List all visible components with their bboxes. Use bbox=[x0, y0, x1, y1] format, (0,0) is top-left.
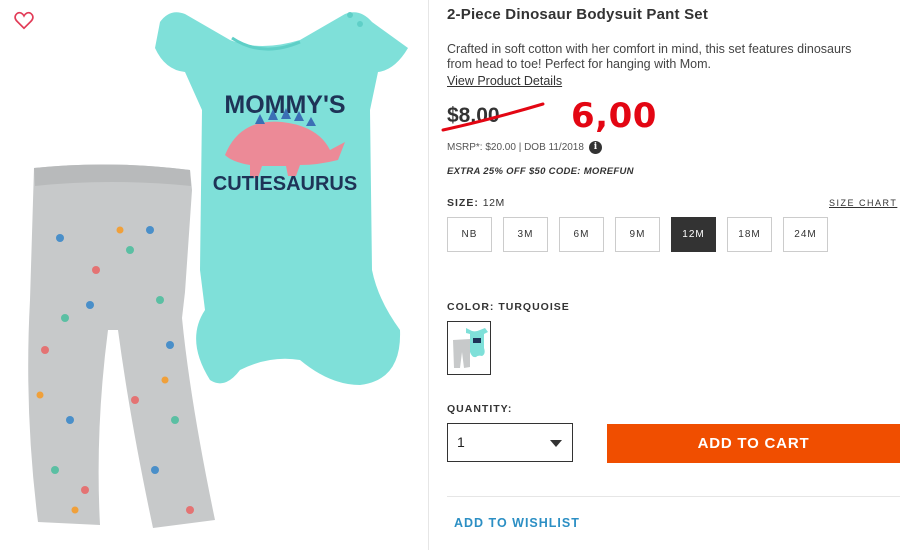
bodysuit-graphic: MOMMY'S CUTIESAURUS bbox=[155, 12, 408, 385]
product-description: Crafted in soft cotton with her comfort … bbox=[447, 42, 852, 71]
size-option-12m[interactable]: 12M bbox=[671, 217, 716, 252]
size-option-9m[interactable]: 9M bbox=[615, 217, 660, 252]
color-label: COLOR: TURQUOISE bbox=[447, 301, 570, 313]
swatch-thumbnail-icon bbox=[453, 328, 488, 368]
msrp-text: MSRP*: $20.00 | DOB 11/2018 bbox=[447, 142, 584, 153]
info-icon[interactable]: i bbox=[588, 141, 602, 154]
view-product-details-link[interactable]: View Product Details bbox=[447, 74, 562, 88]
size-option-18m[interactable]: 18M bbox=[727, 217, 772, 252]
wishlist-heart-icon[interactable] bbox=[13, 9, 35, 31]
quantity-select[interactable]: 1 bbox=[447, 423, 573, 462]
size-option-6m[interactable]: 6M bbox=[559, 217, 604, 252]
size-label: SIZE: 12M bbox=[447, 197, 505, 209]
product-image-panel: MOMMY'S CUTIESAURUS bbox=[0, 0, 428, 550]
color-swatch-turquoise[interactable] bbox=[447, 321, 491, 375]
bodysuit-print-cutiesaurus: CUTIESAURUS bbox=[213, 173, 357, 195]
size-option-24m[interactable]: 24M bbox=[783, 217, 828, 252]
add-to-wishlist-link[interactable]: ADD TO WISHLIST bbox=[454, 516, 580, 530]
size-label-text: SIZE: bbox=[447, 197, 479, 209]
pants-graphic bbox=[28, 164, 216, 528]
panel-divider bbox=[428, 0, 429, 550]
quantity-value: 1 bbox=[457, 434, 465, 450]
selected-size-value: 12M bbox=[482, 197, 505, 209]
msrp-line: MSRP*: $20.00 | DOB 11/2018 i bbox=[447, 141, 602, 154]
quantity-label: QUANTITY: bbox=[447, 403, 513, 415]
size-chart-link[interactable]: SIZE CHART bbox=[829, 198, 897, 208]
product-title: 2-Piece Dinosaur Bodysuit Pant Set bbox=[447, 6, 709, 23]
promo-text: EXTRA 25% OFF $50 CODE: MOREFUN bbox=[447, 166, 634, 177]
size-options: NB 3M 6M 9M 12M 18M 24M bbox=[447, 217, 839, 252]
section-divider bbox=[447, 496, 900, 497]
size-option-nb[interactable]: NB bbox=[447, 217, 492, 252]
new-price-annotation: 6,00 bbox=[571, 96, 657, 136]
product-info-panel: 2-Piece Dinosaur Bodysuit Pant Set Craft… bbox=[441, 0, 900, 550]
add-to-cart-button[interactable]: ADD TO CART bbox=[607, 424, 900, 463]
product-photo: MOMMY'S CUTIESAURUS bbox=[28, 12, 408, 528]
size-option-3m[interactable]: 3M bbox=[503, 217, 548, 252]
old-price: $8.00 bbox=[447, 104, 500, 127]
chevron-down-icon bbox=[550, 440, 562, 447]
